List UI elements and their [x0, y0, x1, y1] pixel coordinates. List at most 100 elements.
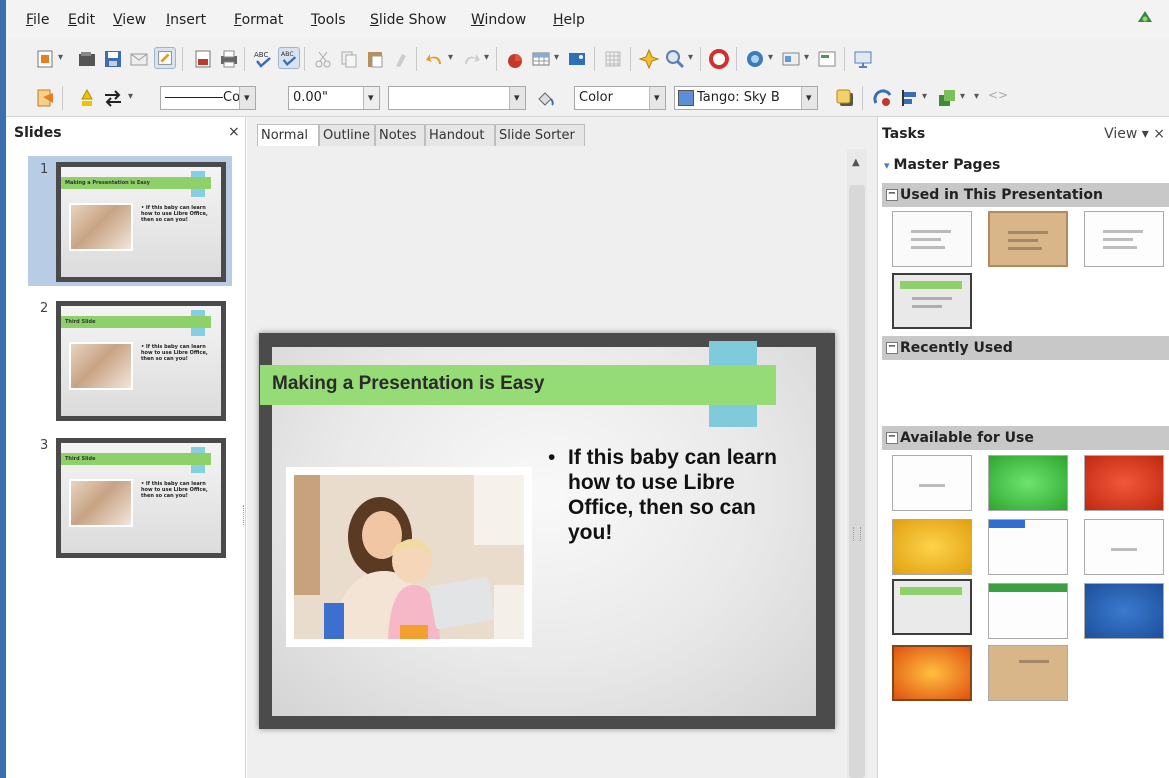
- edit-mode-icon[interactable]: [154, 47, 176, 69]
- table-icon[interactable]: [530, 48, 552, 70]
- display-views-icon[interactable]: [780, 48, 802, 70]
- menu-tools[interactable]: Tools: [311, 12, 346, 28]
- undo-dropdown[interactable]: [448, 48, 456, 70]
- arrange-dropdown[interactable]: [960, 87, 968, 109]
- tab-normal[interactable]: Normal: [257, 124, 319, 146]
- print-icon[interactable]: [218, 48, 240, 70]
- master-page-thumbnail[interactable]: [892, 455, 972, 511]
- section-available-for-use[interactable]: Available for Use: [882, 426, 1169, 450]
- menu-slide-show[interactable]: Slide Show: [370, 12, 446, 28]
- tray-icon[interactable]: [1137, 10, 1153, 24]
- slide-canvas[interactable]: Making a Presentation is Easy • If this …: [259, 333, 835, 729]
- slide-photo[interactable]: [286, 467, 532, 647]
- master-page-thumbnail[interactable]: [892, 519, 972, 575]
- master-pages-section[interactable]: Master Pages: [884, 157, 1001, 173]
- slide-title[interactable]: Making a Presentation is Easy: [272, 373, 544, 395]
- clone-formatting-icon[interactable]: [390, 48, 412, 70]
- master-page-thumbnail[interactable]: [988, 455, 1068, 511]
- line-style-select[interactable]: Co: [160, 86, 256, 110]
- slide[interactable]: Making a Presentation is Easy • If this …: [260, 341, 816, 716]
- shadow-icon[interactable]: [834, 87, 856, 109]
- slide-layout-icon[interactable]: [816, 48, 838, 70]
- save-icon[interactable]: [102, 48, 124, 70]
- section-recently-used[interactable]: Recently Used: [882, 336, 1169, 360]
- scroll-up-arrow-icon[interactable]: ▲: [852, 157, 860, 168]
- display-views-dropdown[interactable]: [804, 48, 812, 70]
- slides-panel-close-button[interactable]: ×: [228, 124, 240, 140]
- line-color-dropdown[interactable]: [509, 87, 525, 109]
- menu-help[interactable]: Help: [553, 12, 585, 28]
- area-style-dropdown[interactable]: [649, 87, 665, 109]
- undo-icon[interactable]: [424, 48, 446, 70]
- section-used-in-presentation[interactable]: Used in This Presentation: [882, 183, 1169, 207]
- arrow-style-dropdown[interactable]: [128, 87, 136, 109]
- tasks-view-menu[interactable]: View ▾ ×: [1104, 126, 1165, 142]
- zoom-icon[interactable]: [664, 48, 686, 70]
- styles-icon[interactable]: [34, 87, 56, 109]
- tab-outline[interactable]: Outline: [319, 124, 375, 146]
- slide-thumbnail-3[interactable]: 3 Third Slide • If this baby can learn h…: [28, 432, 232, 562]
- menu-format[interactable]: Format: [234, 12, 283, 28]
- tab-notes[interactable]: Notes: [375, 124, 425, 146]
- gallery-icon[interactable]: [744, 48, 766, 70]
- area-fill-dropdown[interactable]: [801, 87, 817, 109]
- master-page-thumbnail[interactable]: [1084, 583, 1164, 639]
- email-icon[interactable]: [128, 48, 150, 70]
- menu-file[interactable]: File: [26, 12, 49, 28]
- area-style-select[interactable]: Color: [574, 86, 666, 110]
- tab-slide-sorter[interactable]: Slide Sorter: [495, 124, 585, 146]
- align-icon[interactable]: [898, 87, 920, 109]
- copy-icon[interactable]: [338, 48, 360, 70]
- menu-window[interactable]: Window: [471, 12, 526, 28]
- grid-icon[interactable]: [602, 48, 624, 70]
- line-icon[interactable]: [76, 87, 98, 109]
- master-page-thumbnail[interactable]: [892, 273, 972, 329]
- arrange-icon[interactable]: [936, 87, 958, 109]
- tab-handout[interactable]: Handout: [425, 124, 495, 146]
- menu-view[interactable]: View: [113, 12, 146, 28]
- cut-icon[interactable]: [312, 48, 334, 70]
- menu-insert[interactable]: Insert: [166, 12, 206, 28]
- redo-dropdown[interactable]: [484, 48, 492, 70]
- slide-thumbnail-1[interactable]: 1 Making a Presentation is Easy • If thi…: [28, 156, 232, 286]
- slide-show-icon[interactable]: [852, 48, 874, 70]
- master-page-thumbnail[interactable]: [892, 579, 972, 635]
- paste-icon[interactable]: [364, 48, 386, 70]
- redo-icon[interactable]: [460, 48, 482, 70]
- master-page-thumbnail[interactable]: [892, 645, 972, 701]
- master-page-thumbnail[interactable]: [988, 645, 1068, 701]
- export-pdf-icon[interactable]: [192, 48, 214, 70]
- open-icon[interactable]: [76, 48, 98, 70]
- slide-thumbnail-2[interactable]: 2 Third Slide • If this baby can learn h…: [28, 295, 232, 425]
- new-document-icon[interactable]: [34, 48, 56, 70]
- overflow-dropdown[interactable]: [974, 87, 982, 109]
- help-icon[interactable]: [708, 48, 730, 70]
- tasks-panel-resize-handle[interactable]: [853, 527, 861, 541]
- line-width-spin[interactable]: [363, 87, 379, 109]
- menu-edit[interactable]: Edit: [68, 12, 95, 28]
- line-style-dropdown[interactable]: [239, 87, 255, 109]
- toolbar-more-icon[interactable]: <>: [988, 88, 1008, 102]
- line-color-select[interactable]: [388, 86, 526, 110]
- zoom-dropdown[interactable]: [688, 48, 696, 70]
- line-width-field[interactable]: 0.00": [288, 86, 380, 110]
- master-page-thumbnail[interactable]: [1084, 455, 1164, 511]
- master-page-thumbnail[interactable]: [892, 211, 972, 267]
- master-page-thumbnail[interactable]: [988, 519, 1068, 575]
- navigator-icon[interactable]: [638, 48, 660, 70]
- master-page-thumbnail[interactable]: [1084, 519, 1164, 575]
- scrollbar-thumb[interactable]: [849, 185, 865, 778]
- master-page-thumbnail[interactable]: [988, 211, 1068, 267]
- gallery-dropdown[interactable]: [768, 48, 776, 70]
- align-dropdown[interactable]: [922, 87, 930, 109]
- master-page-thumbnail[interactable]: [1084, 211, 1164, 267]
- table-dropdown[interactable]: [554, 48, 562, 70]
- chart-icon[interactable]: [504, 48, 526, 70]
- area-fill-icon[interactable]: [534, 87, 556, 109]
- area-fill-select[interactable]: Tango: Sky B: [674, 86, 818, 110]
- vertical-scrollbar[interactable]: ▲: [847, 149, 867, 778]
- master-page-thumbnail[interactable]: [988, 583, 1068, 639]
- auto-spellcheck-icon[interactable]: ABC: [278, 47, 300, 69]
- arrow-style-icon[interactable]: [102, 87, 124, 109]
- new-dropdown[interactable]: [58, 48, 66, 70]
